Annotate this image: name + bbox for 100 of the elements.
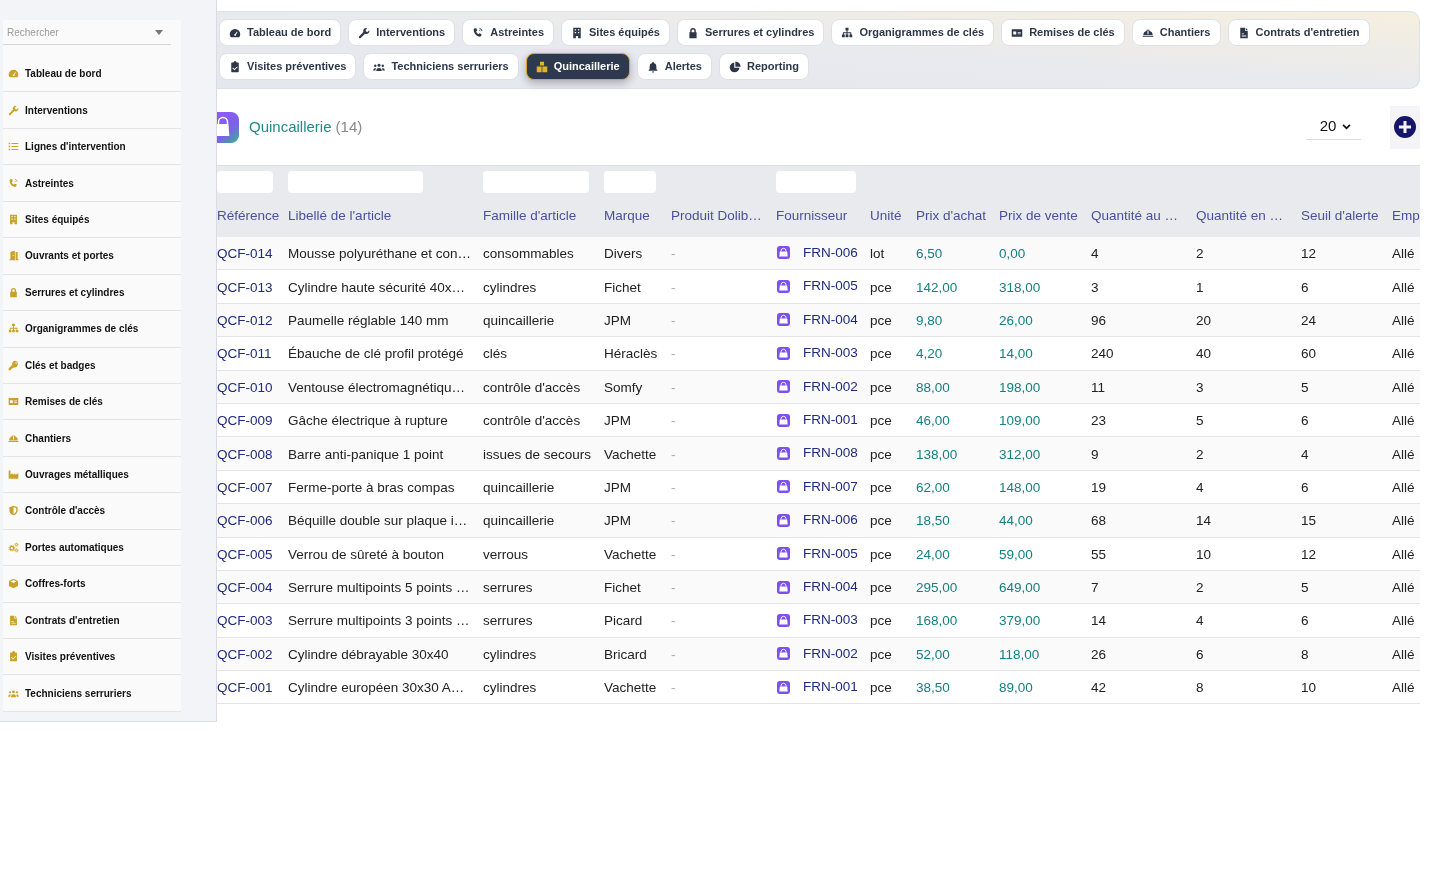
price-cell: 168,00: [916, 613, 958, 629]
supplier-link[interactable]: FRN-001: [803, 410, 858, 431]
factory-icon: [8, 469, 19, 481]
table-cell: Cylindre débrayable 30x40: [288, 646, 449, 662]
add-button[interactable]: [1390, 105, 1420, 149]
sidebar-item[interactable]: Organigrammes de clés: [3, 311, 181, 348]
supplier-link[interactable]: FRN-007: [803, 476, 858, 498]
reference-link[interactable]: QCF-001: [217, 680, 273, 696]
table-cell: pce: [870, 413, 892, 429]
supplier-link[interactable]: FRN-005: [803, 543, 858, 564]
supplier-link[interactable]: FRN-005: [803, 276, 858, 297]
sidebar-item[interactable]: Ouvrages métalliques: [3, 456, 181, 494]
sidebar-item[interactable]: Clés et badges: [3, 347, 181, 384]
tab[interactable]: Organigrammes de clés: [831, 19, 995, 46]
sidebar-item[interactable]: Ouvrants et portes: [3, 238, 181, 275]
price-cell: 9,80: [916, 312, 943, 328]
tab[interactable]: Interventions: [348, 19, 456, 46]
column-header: Famille d'article: [483, 207, 577, 223]
reference-link[interactable]: QCF-007: [217, 479, 273, 495]
tab[interactable]: Chantiers: [1131, 19, 1221, 46]
supplier-link[interactable]: FRN-006: [803, 510, 858, 531]
table-cell: 5: [1196, 413, 1204, 429]
search-field[interactable]: Rechercher: [3, 20, 171, 45]
table-cell: Verrou de sûreté à bouton: [288, 546, 445, 562]
table-cell: quincaillerie: [483, 479, 555, 495]
reference-link[interactable]: QCF-006: [217, 513, 273, 529]
tab[interactable]: Remises de clés: [1001, 19, 1125, 46]
sidebar-item[interactable]: Portes automatiques: [3, 529, 181, 567]
shopping-bag-icon: [777, 647, 790, 661]
supplier-link[interactable]: FRN-004: [803, 576, 858, 598]
price-cell: 88,00: [916, 379, 950, 395]
table-cell: lot: [870, 245, 885, 261]
supplier-link[interactable]: FRN-001: [803, 677, 858, 698]
tab[interactable]: Serrures et cylindres: [676, 19, 825, 46]
reference-link[interactable]: QCF-002: [217, 646, 273, 662]
sidebar-item[interactable]: Visites préventives: [3, 639, 181, 676]
table-cell: Cylindre haute sécurité 40x…: [288, 279, 466, 295]
shopping-bag-icon: [777, 447, 790, 461]
table-cell: 8: [1301, 646, 1309, 662]
price-cell: 52,00: [916, 646, 950, 662]
tab[interactable]: Techniciens serruriers: [363, 53, 519, 80]
tab[interactable]: Visites préventives: [219, 53, 357, 80]
shield-icon: [8, 505, 19, 517]
reference-link[interactable]: QCF-008: [217, 446, 273, 462]
tab[interactable]: Alertes: [636, 53, 712, 80]
reference-link[interactable]: QCF-014: [217, 245, 273, 261]
tab[interactable]: Tableau de bord: [219, 19, 342, 46]
supplier-link[interactable]: FRN-003: [803, 343, 858, 364]
tab[interactable]: Contrats d'entretien: [1227, 19, 1370, 46]
table-cell: 11: [1091, 379, 1105, 395]
table-cell: 2: [1196, 245, 1204, 261]
supplier-link[interactable]: FRN-006: [803, 242, 858, 264]
reference-link[interactable]: QCF-010: [217, 379, 273, 395]
column-header: Prix d'achat: [916, 207, 987, 223]
table-cell: Allé: [1392, 479, 1415, 495]
sidebar-item[interactable]: Sites équipés: [3, 201, 181, 239]
tab[interactable]: Quincaillerie: [525, 53, 630, 80]
table-cell: 4: [1196, 479, 1204, 495]
table-cell: 3: [1196, 379, 1204, 395]
table-cell: Allé: [1392, 613, 1415, 629]
supplier-link[interactable]: FRN-008: [803, 443, 858, 464]
sidebar-item[interactable]: Interventions: [3, 92, 181, 129]
page-size-select[interactable]: 20: [1306, 114, 1361, 140]
shopping-bag-icon: [777, 346, 790, 360]
sidebar-item[interactable]: Serrures et cylindres: [3, 274, 181, 312]
table-cell: 23: [1091, 413, 1107, 429]
supplier-link[interactable]: FRN-003: [803, 610, 858, 631]
table-cell: -: [671, 245, 676, 261]
supplier-link[interactable]: FRN-002: [803, 376, 858, 397]
reference-link[interactable]: QCF-009: [217, 413, 273, 429]
reference-link[interactable]: QCF-011: [217, 346, 272, 362]
reference-link[interactable]: QCF-012: [217, 312, 273, 328]
sidebar-item[interactable]: Astreintes: [3, 165, 181, 202]
reference-link[interactable]: QCF-013: [217, 279, 273, 295]
sidebar-item[interactable]: Contrats d'entretien: [3, 602, 181, 639]
reference-link[interactable]: QCF-005: [217, 546, 273, 562]
table-cell: 5: [1301, 379, 1309, 395]
table-cell: contrôle d'accès: [483, 413, 581, 429]
sidebar-item[interactable]: Lignes d'intervention: [3, 128, 181, 166]
tab[interactable]: Astreintes: [462, 19, 554, 46]
bell-icon: [646, 60, 659, 73]
table-cell: Serrure multipoints 3 points …: [288, 613, 470, 629]
sidebar-item[interactable]: Tableau de bord: [3, 56, 181, 93]
table-cell: -: [671, 446, 676, 462]
sidebar-item[interactable]: Contrôle d'accès: [3, 493, 181, 530]
sidebar-item[interactable]: Remises de clés: [3, 383, 181, 421]
table-cell: 14: [1091, 613, 1107, 629]
sidebar-item[interactable]: Techniciens serruriers: [3, 675, 181, 712]
sidebar-item[interactable]: Chantiers: [3, 420, 181, 457]
supplier-link[interactable]: FRN-004: [803, 309, 858, 331]
tab[interactable]: Reporting: [719, 53, 809, 80]
supplier-link[interactable]: FRN-002: [803, 643, 858, 664]
table-cell: Gâche électrique à rupture: [288, 413, 448, 429]
tab[interactable]: Sites équipés: [561, 19, 670, 46]
table-cell: Béquille double sur plaque i…: [288, 513, 468, 529]
reference-link[interactable]: QCF-004: [217, 580, 273, 596]
reference-link[interactable]: QCF-003: [217, 613, 273, 629]
filter-field[interactable]: [217, 170, 273, 193]
sidebar-item[interactable]: Coffres-forts: [3, 566, 181, 603]
table-cell: Ébauche de clé profil protégé: [288, 346, 464, 362]
